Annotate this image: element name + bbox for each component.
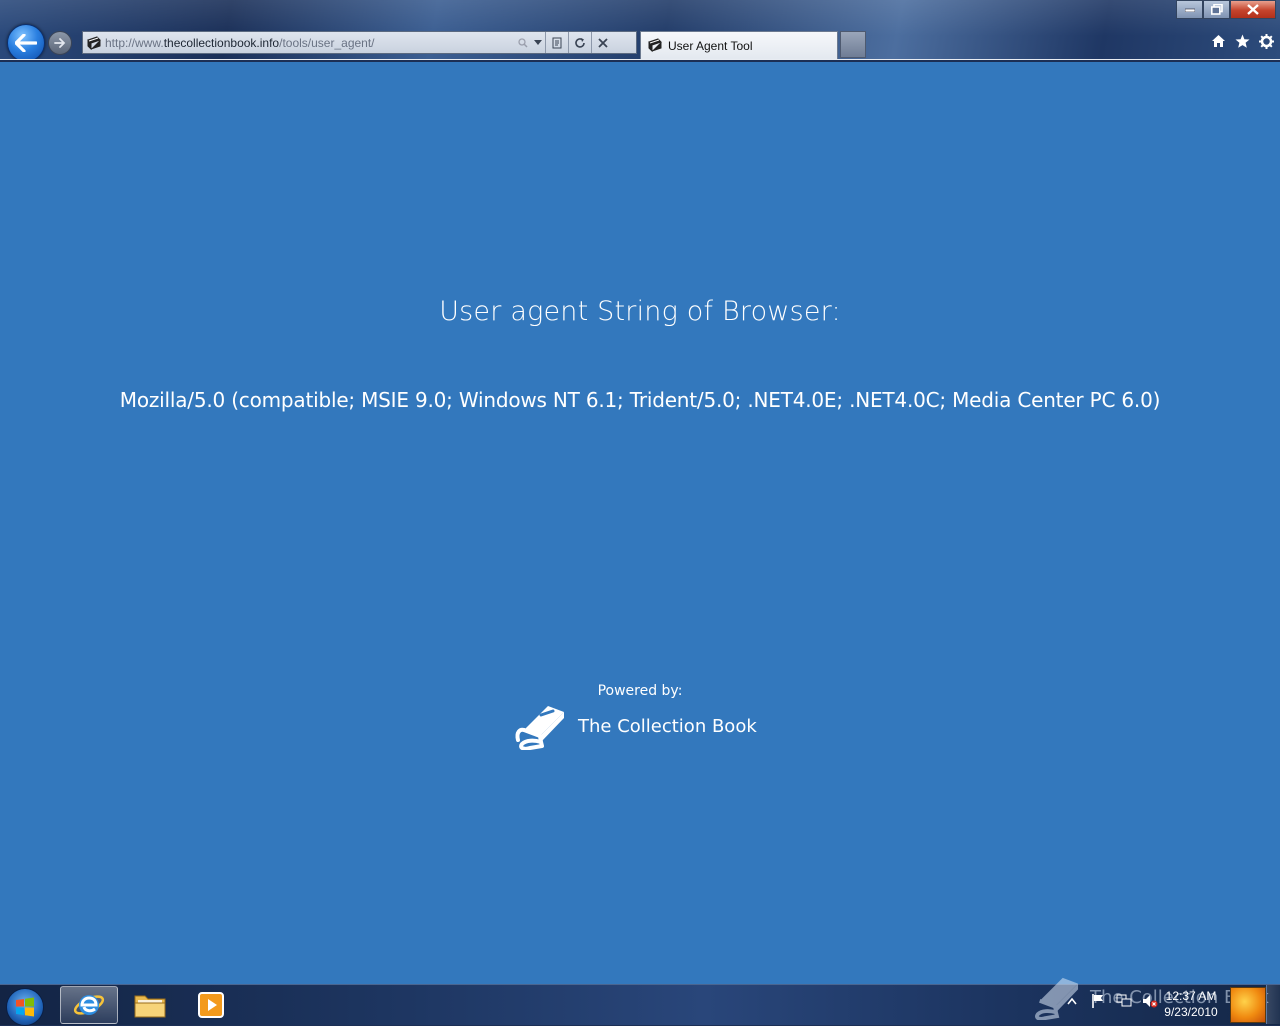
minimize-button[interactable] — [1176, 0, 1203, 19]
show-hidden-icons-chevron-icon[interactable] — [1064, 993, 1080, 1009]
new-tab-button[interactable] — [840, 31, 866, 58]
taskbar-media-player[interactable] — [182, 986, 240, 1024]
restore-icon — [1210, 4, 1223, 15]
window-controls — [1176, 0, 1276, 19]
url-path: /tools/user_agent/ — [279, 35, 375, 50]
user-tile-thumbnail[interactable] — [1230, 987, 1266, 1023]
media-player-icon — [198, 992, 224, 1018]
page-content: User agent String of Browser: Mozilla/5.… — [0, 62, 1280, 984]
refresh-icon — [575, 37, 585, 48]
page-title: User agent String of Browser: — [439, 296, 841, 327]
url-domain: thecollectionbook.info — [163, 35, 280, 50]
back-button[interactable] — [7, 24, 45, 60]
brand-link[interactable]: The Collection Book — [514, 702, 757, 750]
close-icon — [598, 37, 608, 48]
tab-user-agent-tool[interactable]: User Agent Tool — [640, 31, 838, 60]
address-dropdown-button[interactable] — [515, 32, 545, 53]
minimize-icon — [1184, 8, 1195, 12]
tab-title: User Agent Tool — [668, 39, 753, 53]
url-prefix: http://www. — [105, 35, 164, 50]
folder-icon — [134, 995, 166, 1018]
brand-name[interactable]: The Collection Book — [578, 716, 757, 737]
forward-arrow-icon — [54, 38, 66, 48]
start-button[interactable] — [6, 988, 44, 1026]
compatibility-view-button[interactable] — [545, 32, 568, 53]
stop-button[interactable] — [591, 32, 614, 53]
tools-gear-icon[interactable] — [1258, 33, 1274, 49]
taskbar-internet-explorer[interactable] — [60, 986, 118, 1024]
site-favicon-icon — [83, 32, 105, 53]
browser-toolbar — [1210, 33, 1274, 49]
book-logo-icon — [515, 706, 564, 750]
back-arrow-icon — [15, 34, 37, 52]
taskbar-windows-explorer[interactable] — [121, 986, 179, 1024]
chrome-divider — [0, 59, 1280, 60]
restore-button[interactable] — [1203, 0, 1230, 19]
show-desktop-button[interactable] — [1266, 985, 1280, 1024]
compatibility-icon — [552, 37, 562, 48]
volume-muted-icon[interactable] — [1142, 993, 1158, 1009]
powered-by-label: Powered by: — [597, 683, 683, 699]
search-icon — [518, 37, 528, 48]
clock-time: 12:37 AM — [1165, 989, 1217, 1003]
home-icon[interactable] — [1210, 33, 1226, 49]
user-agent-string: Mozilla/5.0 (compatible; MSIE 9.0; Windo… — [119, 388, 1161, 412]
system-clock[interactable]: 12:37 AM 9/23/2010 — [1160, 988, 1222, 1020]
tab-favicon-icon — [647, 37, 663, 56]
favorites-star-icon[interactable] — [1234, 33, 1250, 49]
forward-button[interactable] — [48, 31, 72, 55]
action-center-flag-icon[interactable] — [1090, 993, 1106, 1009]
refresh-button[interactable] — [568, 32, 591, 53]
address-url[interactable]: http://www.thecollectionbook.info/tools/… — [105, 36, 515, 50]
windows-logo-icon — [16, 997, 34, 1017]
browser-chrome: http://www.thecollectionbook.info/tools/… — [0, 0, 1280, 60]
clock-date: 9/23/2010 — [1164, 1005, 1218, 1019]
close-icon — [1247, 4, 1259, 15]
address-bar[interactable]: http://www.thecollectionbook.info/tools/… — [82, 31, 637, 54]
notification-area — [1064, 993, 1158, 1009]
close-button[interactable] — [1230, 0, 1276, 19]
internet-explorer-icon — [73, 995, 105, 1015]
network-icon[interactable] — [1116, 993, 1132, 1009]
chevron-down-icon — [534, 40, 542, 45]
